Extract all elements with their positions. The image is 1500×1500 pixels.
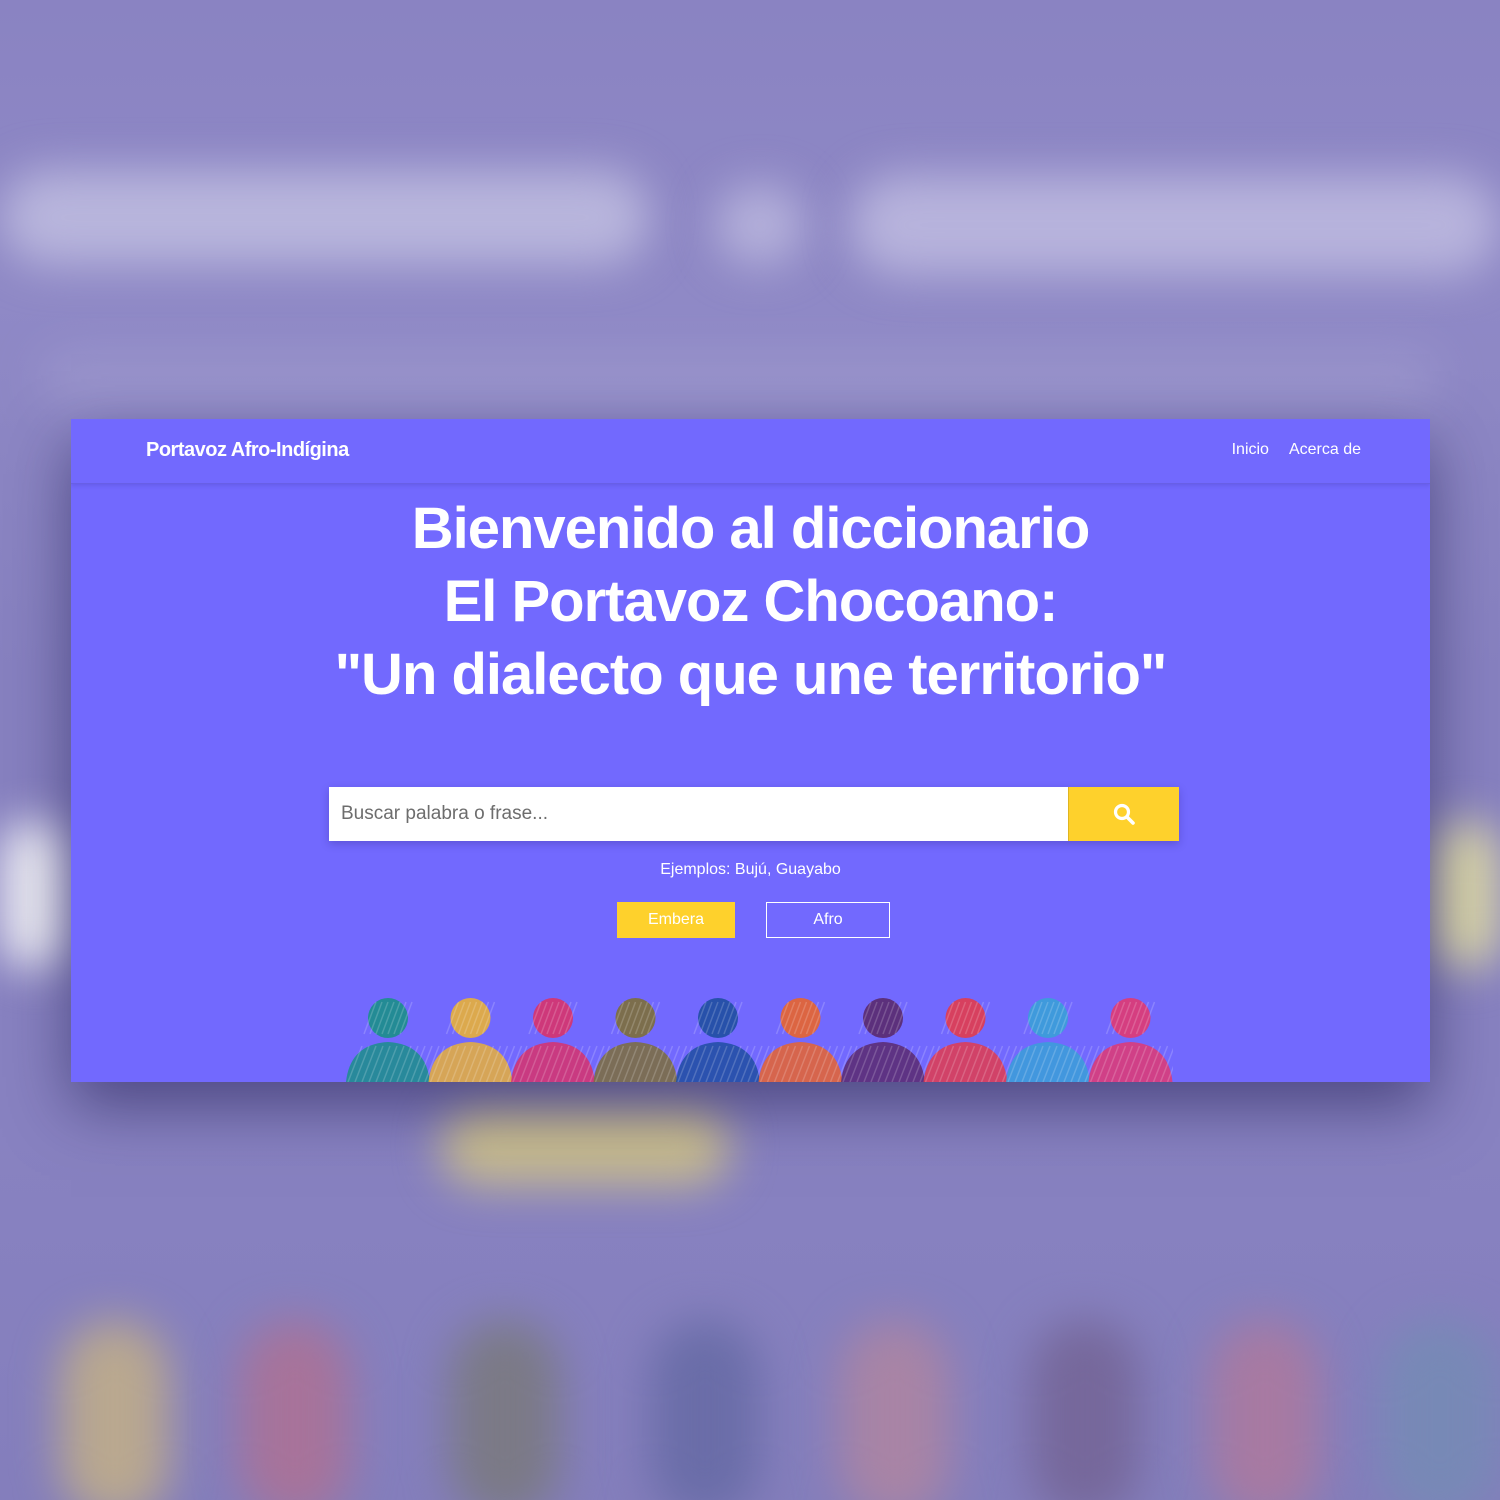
search-bar	[329, 787, 1179, 841]
person-figure	[758, 998, 853, 1082]
examples-text: Ejemplos: Bujú, Guayabo	[660, 861, 841, 878]
hero-title: Bienvenido al diccionario El Portavoz Ch…	[71, 492, 1430, 711]
hero-title-line: El Portavoz Chocoano:	[443, 569, 1059, 634]
embera-button[interactable]: Embera	[617, 902, 735, 938]
person-figure	[428, 998, 523, 1082]
brand-logo[interactable]: Portavoz Afro-Indígina	[146, 439, 349, 462]
nav-link-inicio[interactable]: Inicio	[1232, 441, 1269, 459]
person-figure	[1088, 998, 1173, 1082]
search-icon	[1113, 803, 1135, 825]
blurred-shape	[0, 820, 70, 970]
blurred-shape	[1030, 1320, 1140, 1500]
blurred-shape	[1430, 820, 1500, 970]
nav-links: Inicio Acerca de	[1232, 441, 1361, 459]
search-button[interactable]	[1068, 787, 1179, 841]
blurred-shape	[1210, 1320, 1320, 1500]
blurred-shape	[0, 170, 650, 265]
blurred-shape	[450, 1320, 560, 1500]
blurred-shape	[60, 1320, 170, 1500]
hero-title-line: Bienvenido al diccionario	[411, 496, 1091, 561]
blurred-shape	[850, 175, 1500, 275]
blurred-shape	[1380, 1320, 1500, 1500]
person-figure	[511, 998, 605, 1082]
person-figure	[676, 998, 770, 1082]
person-figure	[1006, 998, 1100, 1082]
blurred-shape	[40, 350, 1440, 410]
blurred-shape	[840, 1320, 950, 1500]
nav-link-acerca-de[interactable]: Acerca de	[1289, 441, 1361, 459]
person-figure	[923, 998, 1018, 1082]
website-screenshot: Portavoz Afro-Indígina Inicio Acerca de …	[71, 419, 1430, 1082]
blurred-shape	[715, 185, 805, 265]
afro-button[interactable]: Afro	[766, 902, 890, 938]
person-figure	[346, 998, 440, 1082]
blurred-shape	[240, 1320, 350, 1500]
language-selector: Embera Afro	[617, 902, 890, 938]
person-figure	[841, 998, 935, 1082]
blurred-shape	[650, 1320, 760, 1500]
search-input[interactable]	[329, 787, 1068, 841]
blurred-shape	[440, 1105, 730, 1185]
people-illustration	[346, 998, 1173, 1082]
hero-title-line: "Un dialecto que une territorio"	[334, 642, 1168, 707]
person-figure	[593, 998, 688, 1082]
navbar: Portavoz Afro-Indígina Inicio Acerca de	[71, 419, 1430, 484]
